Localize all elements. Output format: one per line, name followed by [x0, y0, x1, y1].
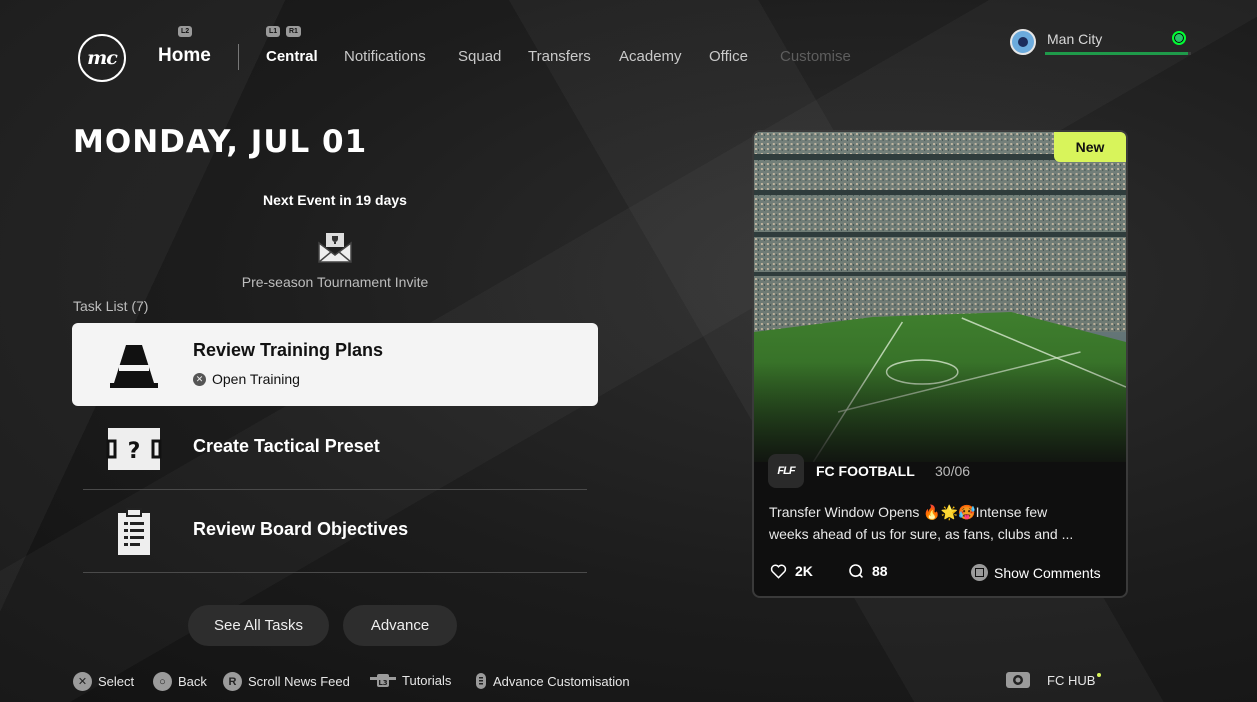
- comments-stat: 88: [848, 563, 888, 579]
- envelope-trophy-icon: [318, 233, 352, 263]
- likes-count: 2K: [795, 563, 813, 579]
- circle-button-icon: ○: [153, 672, 172, 691]
- news-body-line: weeks ahead of us for sure, as fans, clu…: [769, 526, 1074, 542]
- footer-scroll-news[interactable]: R Scroll News Feed: [223, 672, 350, 691]
- comment-icon: [849, 564, 863, 578]
- l2-bumper-icon: L2: [178, 26, 193, 37]
- task-title: Review Training Plans: [193, 340, 384, 360]
- next-event-label: Next Event in 19 days: [263, 192, 407, 208]
- footer-fc-hub[interactable]: FC HUB: [1005, 671, 1102, 689]
- news-card[interactable]: New FLF FC FOOTBALL 30/06 Transfer Windo…: [752, 130, 1128, 598]
- source-logo: FLF: [768, 454, 804, 488]
- square-button-icon: [971, 564, 988, 581]
- right-stick-icon: R: [223, 672, 242, 691]
- task-list-label: Task List (7): [73, 298, 149, 314]
- page-title: MONDAY, JUL 01: [73, 124, 368, 160]
- club-progress-bar: [1045, 52, 1191, 55]
- task-review-training-plans[interactable]: Review Training Plans ✕ Open Training: [72, 323, 598, 406]
- tab-central[interactable]: Central: [266, 48, 318, 65]
- cross-button-icon: ✕: [193, 372, 206, 386]
- show-comments-button[interactable]: Show Comments: [971, 564, 1101, 581]
- footer-select-label: Select: [98, 674, 135, 689]
- logo-text: mc: [87, 47, 118, 69]
- tab-office[interactable]: Office: [709, 48, 748, 65]
- task-title: Create Tactical Preset: [193, 436, 380, 456]
- news-body-line: Transfer Window Opens 🔥🌟🥵Intense few: [769, 504, 1048, 520]
- cross-button-icon: ✕: [73, 672, 92, 691]
- task-review-board-objectives[interactable]: Review Board Objectives: [72, 489, 598, 572]
- task-subtitle-text: Open Training: [212, 371, 300, 387]
- tactics-board-icon: ?: [106, 428, 162, 470]
- footer-back[interactable]: ○ Back: [153, 672, 207, 691]
- club-panel[interactable]: Man City: [1010, 28, 1195, 58]
- club-crest-icon: [1010, 29, 1036, 55]
- image-fade: [754, 362, 1126, 472]
- clipboard-icon: [118, 508, 150, 555]
- l1-bumper-icon: L1: [266, 26, 281, 37]
- touchpad-icon: [476, 673, 486, 689]
- news-date: 30/06: [935, 463, 971, 479]
- heart-icon: [770, 564, 787, 579]
- footer-advance-customisation[interactable]: Advance Customisation: [475, 672, 630, 690]
- task-title: Review Board Objectives: [193, 519, 409, 539]
- club-progress-fill: [1045, 52, 1189, 55]
- svg-text:?: ?: [128, 439, 141, 464]
- new-badge: New: [1054, 132, 1126, 162]
- notification-dot: [1097, 672, 1102, 677]
- tab-notifications[interactable]: Notifications: [344, 48, 426, 65]
- footer-scroll-label: Scroll News Feed: [248, 674, 350, 689]
- svg-text:L3: L3: [378, 679, 387, 687]
- tab-transfers[interactable]: Transfers: [528, 48, 591, 65]
- task-subtitle: ✕ Open Training: [193, 371, 300, 387]
- tab-customise: Customise: [780, 48, 851, 65]
- r1-bumper-icon: R1: [286, 26, 301, 37]
- club-name: Man City: [1047, 31, 1103, 47]
- footer-tutorials[interactable]: L3 Tutorials: [370, 672, 451, 688]
- l3-button-icon: L3: [370, 674, 396, 687]
- news-source: FC FOOTBALL: [816, 463, 915, 479]
- event-name: Pre-season Tournament Invite: [241, 274, 429, 290]
- fc-hub-label: FC HUB: [1047, 672, 1096, 688]
- comments-count: 88: [872, 563, 888, 579]
- camera-button-icon: [1006, 672, 1030, 688]
- tab-home[interactable]: Home: [158, 45, 211, 67]
- task-create-tactical-preset[interactable]: ? Create Tactical Preset: [72, 406, 598, 489]
- header-divider: [238, 44, 239, 70]
- tab-academy[interactable]: Academy: [619, 48, 682, 65]
- career-mode-logo: mc: [78, 34, 126, 82]
- tab-squad[interactable]: Squad: [458, 48, 501, 65]
- show-comments-label: Show Comments: [994, 564, 1101, 581]
- footer-tutorials-label: Tutorials: [402, 672, 452, 688]
- advance-button[interactable]: Advance: [343, 605, 457, 646]
- news-body: Transfer Window Opens 🔥🌟🥵Intense few wee…: [769, 501, 1114, 545]
- footer-back-label: Back: [178, 674, 207, 689]
- task-divider: [83, 572, 587, 573]
- club-status-icon: [1172, 31, 1186, 45]
- footer-select[interactable]: ✕ Select: [73, 672, 134, 691]
- see-all-tasks-button[interactable]: See All Tasks: [188, 605, 329, 646]
- likes-stat: 2K: [770, 563, 813, 579]
- training-cone-icon: [110, 345, 158, 388]
- footer-advance-customisation-label: Advance Customisation: [493, 673, 630, 689]
